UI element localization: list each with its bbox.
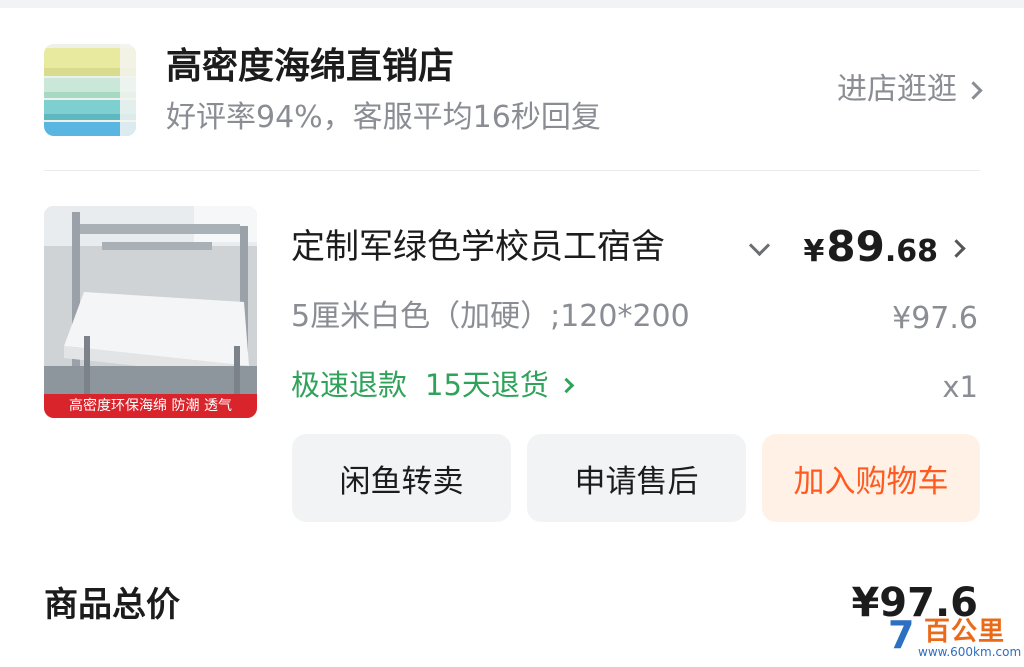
service-guarantees[interactable]: 极速退款 15天退货 (291, 364, 575, 406)
chevron-right-icon[interactable] (947, 239, 966, 258)
watermark-logo: 7 百公里 www.600km.com (888, 611, 1022, 663)
visit-store-link[interactable]: 进店逛逛 (837, 70, 983, 110)
price-currency: ¥ (803, 234, 825, 269)
store-thumbnail[interactable] (44, 44, 136, 136)
watermark-text: 百公里 (924, 617, 1006, 647)
fast-refund-label: 极速退款 (291, 368, 408, 402)
price-integer: 89 (826, 222, 885, 271)
product-title[interactable]: 定制军绿色学校员工宿舍 (291, 224, 711, 270)
store-name[interactable]: 高密度海绵直销店 (166, 44, 454, 90)
current-price[interactable]: ¥ 89 .68 (804, 222, 938, 277)
watermark-url: www.600km.com (918, 645, 1022, 659)
resell-button[interactable]: 闲鱼转卖 (292, 434, 511, 522)
after-sale-button[interactable]: 申请售后 (527, 434, 746, 522)
quantity: x1 (942, 370, 978, 404)
watermark-seven: 7 (888, 613, 915, 657)
store-rating-info: 好评率94%，客服平均16秒回复 (166, 100, 601, 135)
divider (44, 170, 980, 171)
chevron-right-icon (558, 377, 575, 393)
store-header[interactable]: 高密度海绵直销店 好评率94%，客服平均16秒回复 进店逛逛 (44, 44, 983, 140)
visit-store-label: 进店逛逛 (837, 72, 957, 107)
price-decimal: .68 (884, 234, 938, 269)
product-sku[interactable]: 5厘米白色（加硬）;120*200 (291, 296, 690, 338)
original-price: ¥97.6 (892, 301, 978, 336)
title-fade (660, 222, 712, 272)
product-thumbnail-banner: 高密度环保海绵 防潮 透气 (44, 394, 257, 418)
return-policy-label: 15天退货 (425, 368, 549, 402)
total-label: 商品总价 (44, 585, 180, 625)
chevron-right-icon (964, 80, 983, 100)
add-to-cart-button[interactable]: 加入购物车 (762, 434, 980, 522)
top-strip (0, 0, 1024, 8)
chevron-down-icon[interactable] (748, 238, 770, 260)
product-thumbnail[interactable]: 高密度环保海绵 防潮 透气 (44, 206, 257, 418)
